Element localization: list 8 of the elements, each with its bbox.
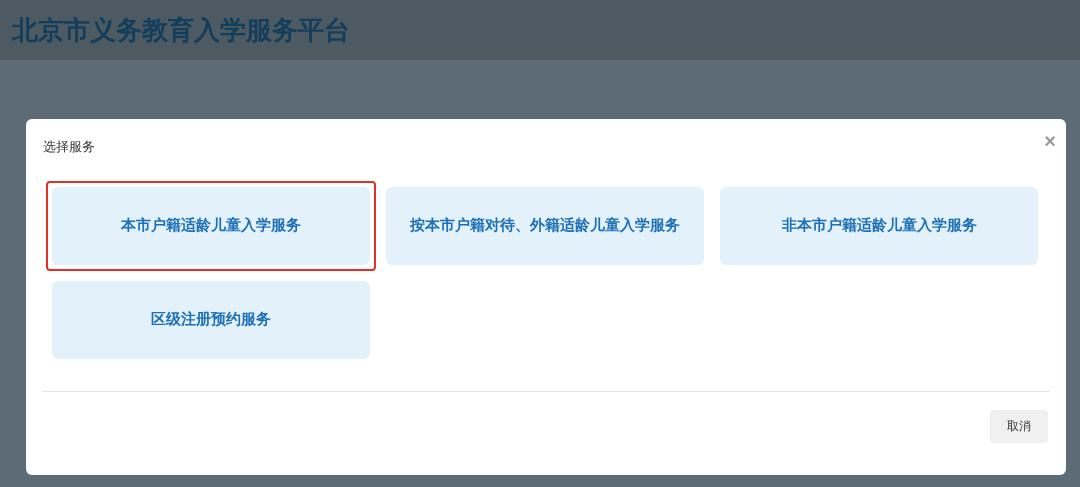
cancel-button[interactable]: 取消 [990, 409, 1048, 443]
close-button[interactable]: × [1044, 131, 1056, 151]
service-option[interactable]: 区级注册预约服务 [52, 280, 370, 359]
dialog-title: 选择服务 [43, 138, 95, 156]
service-option[interactable]: 按本市户籍对待、外籍适龄儿童入学服务 [386, 186, 704, 265]
service-option[interactable]: 非本市户籍适龄儿童入学服务 [720, 186, 1038, 265]
service-option[interactable]: 本市户籍适龄儿童入学服务 [52, 186, 370, 265]
site-title: 北京市义务教育入学服务平台 [12, 13, 350, 47]
